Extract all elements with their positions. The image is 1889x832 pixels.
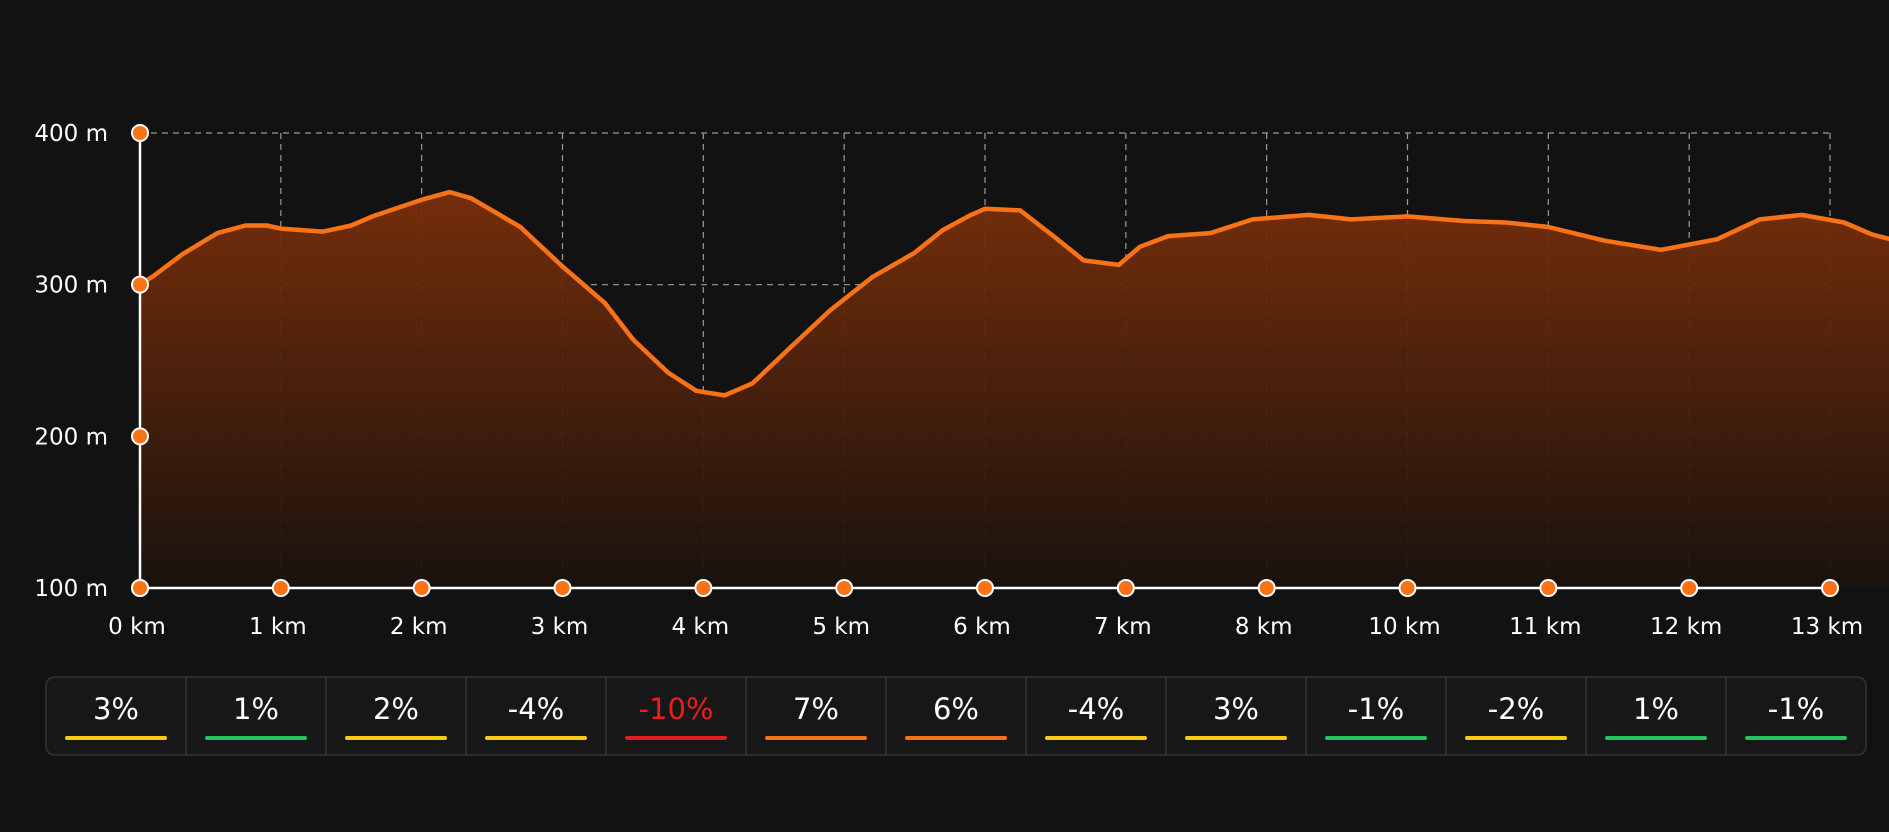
y-tick-label: 200 m (34, 424, 108, 450)
grade-label: -1% (1767, 692, 1825, 726)
grade-segment: 3% (1167, 678, 1307, 754)
grade-label: -1% (1347, 692, 1405, 726)
grade-label: -4% (1067, 692, 1125, 726)
grade-color-line (1744, 736, 1848, 740)
grade-color-line (764, 736, 868, 740)
y-tick-label: 400 m (34, 121, 108, 147)
x-tick-marker (412, 579, 431, 597)
x-tick-label: 5 km (812, 614, 870, 640)
x-tick-marker (1398, 579, 1417, 597)
grade-segment: 1% (187, 678, 327, 754)
grade-color-line (344, 736, 448, 740)
grade-color-line (1464, 736, 1568, 740)
y-tick-marker (131, 427, 149, 446)
x-tick-label: 7 km (1094, 614, 1152, 640)
grade-color-line (1184, 736, 1288, 740)
grade-label: 6% (932, 692, 979, 726)
grade-segment: -2% (1447, 678, 1587, 754)
x-tick-marker (835, 579, 854, 597)
y-tick-label: 300 m (34, 273, 108, 299)
y-tick-label: 100 m (34, 576, 108, 602)
grade-segment: -4% (1027, 678, 1167, 754)
grade-label: -10% (638, 692, 714, 726)
x-tick-marker (1257, 579, 1276, 597)
grade-label: 2% (372, 692, 419, 726)
x-tick-marker (553, 579, 572, 597)
grade-color-line (904, 736, 1008, 740)
grade-color-line (624, 736, 728, 740)
x-tick-label: 2 km (390, 614, 448, 640)
grade-segment: -1% (1727, 678, 1865, 754)
x-tick-label: 3 km (531, 614, 589, 640)
grade-label: 1% (1632, 692, 1679, 726)
grade-color-line (484, 736, 588, 740)
x-tick-label: 11 km (1509, 614, 1581, 640)
grade-segment: 6% (887, 678, 1027, 754)
grade-segment: 2% (327, 678, 467, 754)
grade-segment: 1% (1587, 678, 1727, 754)
x-tick-marker (1680, 579, 1699, 597)
grade-segment: -1% (1307, 678, 1447, 754)
grade-label: 7% (792, 692, 839, 726)
grade-label: 3% (1212, 692, 1259, 726)
grade-label: -4% (507, 692, 565, 726)
x-tick-marker (1539, 579, 1558, 597)
x-tick-label: 13 km (1791, 614, 1863, 640)
x-tick-marker (1116, 579, 1135, 597)
y-tick-marker (131, 124, 149, 142)
grade-bar: 3% 1% 2% -4% -10% 7% 6% -4% 3% -1% -2% 1% -1% (45, 676, 1867, 756)
elevation-area (140, 192, 1889, 588)
grade-segment: 3% (47, 678, 187, 754)
grade-label: 3% (92, 692, 139, 726)
grade-color-line (64, 736, 168, 740)
x-tick-marker (976, 579, 994, 597)
grade-segment: -10% (607, 678, 747, 754)
x-tick-label: 10 km (1368, 614, 1440, 640)
grade-label: -2% (1487, 692, 1545, 726)
grade-color-line (204, 736, 308, 740)
x-tick-label: 6 km (953, 614, 1011, 640)
elevation-area-group (137, 189, 1889, 588)
x-tick-label: 12 km (1650, 614, 1722, 640)
x-tick-label: 8 km (1235, 614, 1293, 640)
grade-color-line (1324, 736, 1428, 740)
x-tick-marker (131, 579, 149, 597)
grade-segment: -4% (467, 678, 607, 754)
y-tick-marker (131, 275, 149, 294)
grade-color-line (1044, 736, 1148, 740)
x-tick-label: 1 km (249, 614, 307, 640)
x-tick-marker (1821, 579, 1839, 597)
x-tick-marker (694, 579, 713, 597)
x-tick-label: 0 km (108, 614, 166, 640)
x-tick-marker (271, 579, 290, 597)
grade-color-line (1604, 736, 1708, 740)
x-tick-label: 4 km (671, 614, 729, 640)
grade-label: 1% (232, 692, 279, 726)
grade-segment: 7% (747, 678, 887, 754)
